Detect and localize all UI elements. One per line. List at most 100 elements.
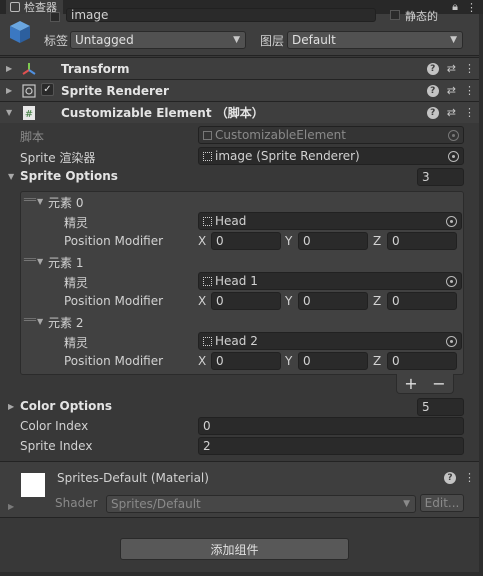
preset-icon[interactable]: ⇄ [447, 84, 456, 97]
color-options-label[interactable]: Color Options [20, 399, 112, 413]
fold-arrow-icon[interactable]: ▶ [8, 402, 14, 411]
sprite-options-size-field[interactable]: 3 [417, 168, 464, 186]
position-y-field[interactable]: 0 [298, 352, 368, 370]
lock-icon[interactable]: 🔒︎ [452, 0, 458, 14]
more-icon[interactable]: ⋮ [466, 1, 477, 14]
object-picker-icon[interactable] [446, 216, 457, 227]
sprite-icon [203, 336, 212, 346]
sprite-renderer-field[interactable]: image (Sprite Renderer) [198, 147, 464, 165]
material-actions: ? ⋮ [444, 471, 475, 484]
position-y-field[interactable]: 0 [298, 292, 368, 310]
fold-arrow-icon[interactable]: ▶ [8, 502, 14, 511]
component-customizable-element[interactable]: ▼ # Customizable Element （脚本） ? ⇄ ⋮ [0, 101, 483, 123]
axis-x-label[interactable]: X [198, 354, 206, 368]
color-index-label: Color Index [20, 419, 89, 433]
fold-arrow-icon[interactable]: ▼ [8, 172, 14, 181]
sprite-field[interactable]: Head 2 [198, 332, 462, 350]
fold-arrow-icon[interactable]: ▼ [37, 257, 43, 266]
position-z-field[interactable]: 0 [387, 352, 457, 370]
fold-arrow-icon[interactable]: ▶ [6, 86, 12, 95]
position-z-field[interactable]: 0 [387, 232, 457, 250]
script-icon [203, 130, 212, 140]
sprite-renderer-icon [203, 151, 212, 161]
sprite-icon [203, 276, 212, 286]
remove-element-button[interactable]: − [432, 374, 445, 393]
fold-arrow-icon[interactable]: ▶ [6, 64, 12, 73]
fold-arrow-icon[interactable]: ▼ [37, 197, 43, 206]
help-icon[interactable]: ? [444, 471, 456, 484]
name-field[interactable]: image [66, 8, 376, 22]
edit-shader-button[interactable]: Edit... [420, 494, 464, 512]
script-label: 脚本 [20, 130, 45, 144]
sprite-label: 精灵 [64, 336, 89, 350]
drag-handle-icon[interactable]: ══ [24, 255, 36, 266]
sprite-renderer-label: Sprite 渲染器 [20, 151, 96, 165]
bottom-border [0, 572, 483, 576]
active-checkbox[interactable] [50, 12, 60, 22]
help-icon[interactable]: ? [426, 84, 439, 97]
axis-x-label[interactable]: X [198, 234, 206, 248]
axis-y-label[interactable]: Y [285, 234, 292, 248]
axis-x-label[interactable]: X [198, 294, 206, 308]
element-label[interactable]: 元素 0 [48, 194, 83, 211]
position-modifier-label: Position Modifier [64, 354, 164, 368]
component-transform[interactable]: ▶ Transform ? ⇄ ⋮ [0, 57, 483, 79]
add-element-button[interactable]: + [404, 374, 417, 393]
tag-label: 标签 [44, 34, 69, 48]
fold-arrow-icon[interactable]: ▼ [6, 108, 12, 117]
sprite-index-field[interactable]: 2 [198, 437, 464, 455]
sprite-field[interactable]: Head 1 [198, 272, 462, 290]
color-index-field[interactable]: 0 [198, 417, 464, 435]
chevron-down-icon: ▼ [450, 35, 457, 45]
add-component-button[interactable]: 添加组件 [120, 538, 349, 560]
material-preview [21, 473, 45, 497]
component-sprite-renderer[interactable]: ▶ ✓ Sprite Renderer ? ⇄ ⋮ [0, 79, 483, 101]
sprite-renderer-icon [22, 83, 36, 98]
inspector-icon [10, 2, 20, 12]
color-options-size-field[interactable]: 5 [417, 398, 464, 416]
position-z-field[interactable]: 0 [387, 292, 457, 310]
layer-dropdown[interactable]: Default ▼ [287, 31, 463, 49]
axis-z-label[interactable]: Z [373, 234, 381, 248]
more-icon[interactable]: ⋮ [464, 84, 475, 97]
more-icon[interactable]: ⋮ [464, 106, 475, 119]
sprite-options-label[interactable]: Sprite Options [20, 169, 118, 183]
element-label[interactable]: 元素 1 [48, 254, 83, 271]
script-icon: # [23, 105, 35, 120]
transform-icon [22, 62, 36, 75]
drag-handle-icon[interactable]: ══ [24, 315, 36, 326]
element-label[interactable]: 元素 2 [48, 314, 83, 331]
axis-z-label[interactable]: Z [373, 294, 381, 308]
sprite-field[interactable]: Head [198, 212, 462, 230]
more-icon[interactable]: ⋮ [464, 62, 475, 75]
axis-y-label[interactable]: Y [285, 354, 292, 368]
object-picker-icon[interactable] [446, 336, 457, 347]
shader-dropdown[interactable]: Sprites/Default ▼ [106, 495, 416, 513]
sprite-label: 精灵 [64, 216, 89, 230]
axis-z-label[interactable]: Z [373, 354, 381, 368]
fold-arrow-icon[interactable]: ▼ [37, 317, 43, 326]
axis-y-label[interactable]: Y [285, 294, 292, 308]
tag-dropdown[interactable]: Untagged ▼ [70, 31, 246, 49]
position-x-field[interactable]: 0 [211, 232, 281, 250]
gameobject-icon [10, 21, 30, 43]
position-x-field[interactable]: 0 [211, 352, 281, 370]
static-checkbox[interactable] [390, 10, 400, 20]
scrollbar[interactable] [479, 14, 483, 576]
component-actions: ? ⇄ ⋮ [426, 62, 475, 75]
enabled-checkbox[interactable]: ✓ [41, 83, 54, 96]
help-icon[interactable]: ? [426, 62, 439, 75]
help-icon[interactable]: ? [426, 106, 439, 119]
shader-label: Shader [55, 496, 98, 510]
object-picker-icon[interactable] [446, 276, 457, 287]
drag-handle-icon[interactable]: ══ [24, 195, 36, 206]
position-y-field[interactable]: 0 [298, 232, 368, 250]
object-picker-icon[interactable] [448, 151, 459, 162]
component-title: Sprite Renderer [61, 83, 169, 98]
preset-icon[interactable]: ⇄ [447, 106, 456, 119]
more-icon[interactable]: ⋮ [464, 471, 475, 484]
preset-icon[interactable]: ⇄ [447, 62, 456, 75]
position-x-field[interactable]: 0 [211, 292, 281, 310]
sprite-icon [203, 216, 212, 226]
chevron-down-icon: ▼ [403, 499, 410, 509]
